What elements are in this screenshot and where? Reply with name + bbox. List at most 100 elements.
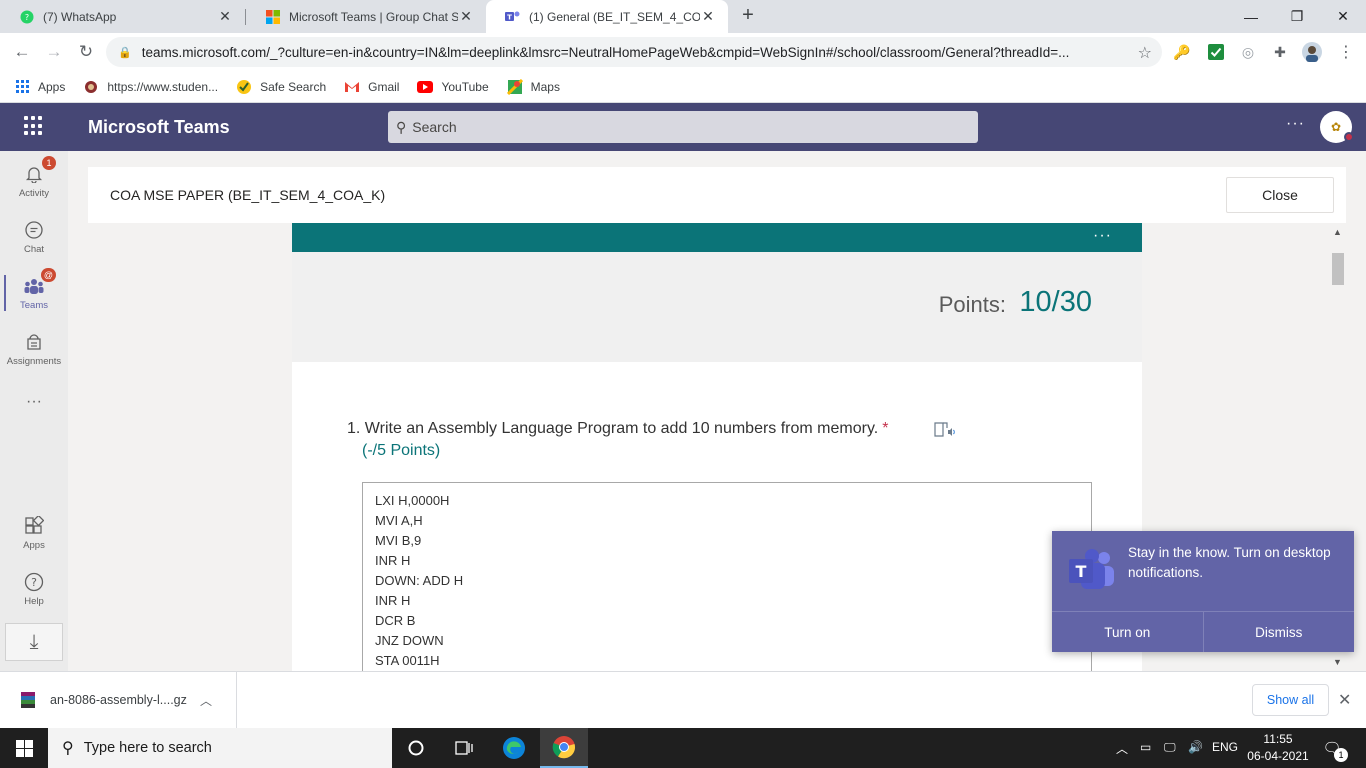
turn-on-button[interactable]: Turn on xyxy=(1052,612,1203,652)
action-center-icon[interactable]: 🗨 1 xyxy=(1320,736,1348,762)
activity-badge: 1 xyxy=(42,156,56,170)
show-hidden-icons-chevron-icon[interactable]: ︿ xyxy=(1116,740,1128,757)
apps-icon xyxy=(23,515,45,537)
answer-line: INR H xyxy=(375,593,411,608)
notification-toast: T Stay in the know. Turn on desktop noti… xyxy=(1052,531,1354,652)
bookmark-maps[interactable]: Maps xyxy=(506,78,560,95)
teams-app-bar: 1 Activity Chat @ Teams Assignments ··· … xyxy=(0,151,68,671)
toast-actions: Turn on Dismiss xyxy=(1052,611,1354,652)
answer-line: MVI B,9 xyxy=(375,533,422,548)
bookmark-star-icon[interactable]: ☆ xyxy=(1138,43,1152,63)
cortana-circle-icon[interactable] xyxy=(392,728,440,768)
rail-item-teams[interactable]: @ Teams xyxy=(0,267,68,319)
bookmark-gmail[interactable]: Gmail xyxy=(344,79,399,95)
reload-icon[interactable]: ↻ xyxy=(74,41,98,63)
answer-line: DCR B xyxy=(375,613,416,628)
bookmark-apps[interactable]: Apps xyxy=(14,79,65,95)
answer-line: JNZ DOWN xyxy=(375,633,444,648)
more-apps-icon[interactable]: ··· xyxy=(0,393,68,411)
rail-label: Apps xyxy=(23,540,45,551)
key-extension-icon[interactable]: 🔑 xyxy=(1172,42,1192,62)
browser-menu-icon[interactable]: ⋮ xyxy=(1336,42,1356,62)
scroll-thumb[interactable] xyxy=(1332,253,1344,285)
answer-line: INR H xyxy=(375,553,411,568)
network-icon[interactable]: 🖵 xyxy=(1164,740,1176,755)
show-all-button[interactable]: Show all xyxy=(1252,684,1329,716)
chrome-browser-icon[interactable] xyxy=(540,728,588,768)
checkmark-extension-icon[interactable] xyxy=(1206,42,1226,62)
windows-taskbar: ⚲ Type here to search ︿ ▭ 🖵 🔊 ENG 11:55 … xyxy=(0,728,1366,768)
close-tab-icon[interactable]: ✕ xyxy=(458,8,474,25)
close-button[interactable]: Close xyxy=(1226,177,1334,213)
scroll-up-arrow-icon[interactable]: ▲ xyxy=(1333,227,1342,237)
tab-general-active[interactable]: T (1) General (BE_IT_SEM_4_COA_K ✕ xyxy=(486,0,728,33)
circle-extension-icon[interactable]: ◎ xyxy=(1238,42,1258,62)
edge-browser-icon[interactable] xyxy=(490,728,538,768)
required-asterisk: * xyxy=(882,420,889,437)
more-options-icon[interactable]: ··· xyxy=(1286,115,1305,133)
apps-grid-icon xyxy=(14,79,30,95)
forward-arrow-icon[interactable]: → xyxy=(42,41,66,63)
bookmark-youtube[interactable]: YouTube xyxy=(417,79,489,95)
rail-item-assignments[interactable]: Assignments xyxy=(0,323,68,375)
rail-label: Teams xyxy=(20,300,48,311)
maps-icon xyxy=(506,78,523,95)
scroll-down-arrow-icon[interactable]: ▼ xyxy=(1333,657,1342,667)
tab-whatsapp[interactable]: ? (7) WhatsApp ✕ xyxy=(0,0,245,33)
taskbar-search-input[interactable]: ⚲ Type here to search xyxy=(48,728,392,768)
bookmark-safe-search[interactable]: Safe Search xyxy=(236,79,326,95)
rail-item-apps[interactable]: Apps xyxy=(0,507,68,559)
answer-line: MVI A,H xyxy=(375,513,423,528)
question-text: Write an Assembly Language Program to ad… xyxy=(364,420,879,437)
search-input[interactable]: ⚲ Search xyxy=(388,111,978,143)
rail-label: Activity xyxy=(18,188,50,199)
form-theme-bar: ··· xyxy=(292,223,1142,252)
minimize-icon[interactable]: — xyxy=(1228,0,1274,33)
battery-icon[interactable]: ▭ xyxy=(1140,740,1151,754)
close-tab-icon[interactable]: ✕ xyxy=(700,8,716,25)
question-title: 1. Write an Assembly Language Program to… xyxy=(347,420,888,438)
microsoft-icon xyxy=(265,9,281,25)
rail-label: Chat xyxy=(23,244,45,255)
form-more-options-icon[interactable]: ··· xyxy=(1093,227,1112,245)
windows-start-icon[interactable] xyxy=(0,728,48,768)
immersive-reader-icon[interactable] xyxy=(934,420,956,438)
app-launcher-waffle-icon[interactable] xyxy=(24,116,44,136)
back-arrow-icon[interactable]: ← xyxy=(10,41,34,63)
points-summary: Points: 10/30 xyxy=(292,252,1142,362)
profile-avatar-icon[interactable] xyxy=(1302,42,1322,62)
close-shelf-icon[interactable]: ✕ xyxy=(1338,690,1351,710)
input-language[interactable]: ENG xyxy=(1212,740,1238,754)
restore-icon[interactable]: ❐ xyxy=(1274,0,1320,33)
task-view-icon[interactable] xyxy=(440,728,488,768)
puzzle-extensions-icon[interactable]: ✚ xyxy=(1270,42,1290,62)
teams-icon: T xyxy=(505,9,521,25)
assignment-title: COA MSE PAPER (BE_IT_SEM_4_COA_K) xyxy=(110,187,386,203)
download-app-icon[interactable]: ⤓ xyxy=(5,623,63,661)
search-icon: ⚲ xyxy=(396,118,407,135)
close-tab-icon[interactable]: ✕ xyxy=(217,8,233,25)
answer-textarea[interactable]: LXI H,0000H MVI A,H MVI B,9 INR H DOWN: … xyxy=(362,482,1092,671)
download-item[interactable]: an-8086-assembly-l....gz ︿ xyxy=(0,672,237,728)
svg-text:?: ? xyxy=(31,576,37,589)
youtube-icon xyxy=(417,79,434,95)
new-tab-button[interactable]: + xyxy=(738,5,758,26)
tab-title: (1) General (BE_IT_SEM_4_COA_K xyxy=(529,9,700,24)
dismiss-button[interactable]: Dismiss xyxy=(1202,612,1355,652)
help-icon: ? xyxy=(23,571,45,593)
window-close-icon[interactable]: ✕ xyxy=(1320,0,1366,33)
chevron-up-icon[interactable]: ︿ xyxy=(200,692,212,709)
tab-teams-group-chat[interactable]: Microsoft Teams | Group Chat So ✕ xyxy=(246,0,486,33)
download-file-name: an-8086-assembly-l....gz xyxy=(50,693,187,707)
taskbar-search-placeholder: Type here to search xyxy=(83,740,212,756)
rail-item-help[interactable]: ? Help xyxy=(0,563,68,615)
taskbar-clock[interactable]: 11:55 06-04-2021 xyxy=(1240,731,1316,765)
volume-icon[interactable]: 🔊 xyxy=(1188,740,1203,754)
user-avatar[interactable]: ✿ xyxy=(1320,111,1354,143)
omnibox[interactable]: 🔒 teams.microsoft.com/_?culture=en-in&co… xyxy=(106,37,1162,67)
student-site-icon xyxy=(83,79,99,95)
bookmarks-bar: Apps https://www.studen... Safe Search G… xyxy=(0,71,1366,103)
bookmark-student-site[interactable]: https://www.studen... xyxy=(83,79,218,95)
rail-item-chat[interactable]: Chat xyxy=(0,211,68,263)
rail-item-activity[interactable]: 1 Activity xyxy=(0,155,68,207)
